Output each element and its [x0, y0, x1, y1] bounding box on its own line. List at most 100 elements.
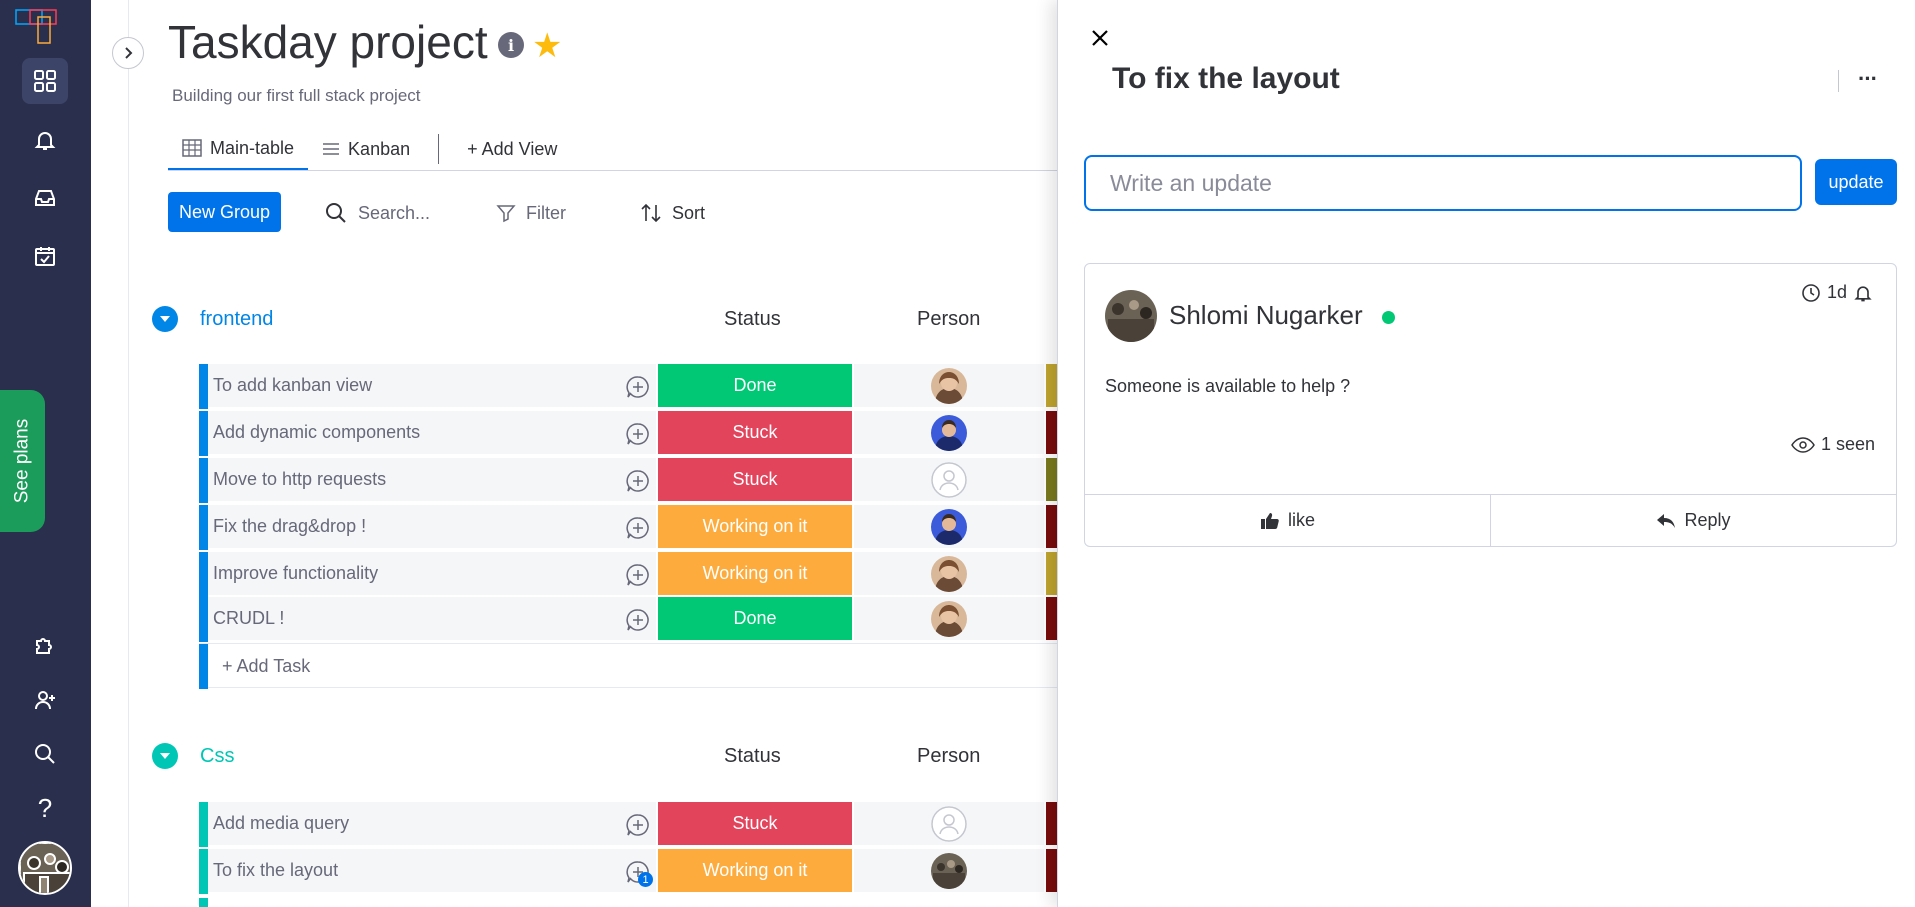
search-field[interactable]: Search... — [324, 198, 430, 228]
reply-button[interactable]: Reply — [1490, 495, 1896, 546]
avatar-woman-icon[interactable] — [931, 555, 967, 592]
board-title[interactable]: Taskday project — [168, 15, 488, 69]
nav-invite-button[interactable] — [22, 677, 68, 723]
update-button[interactable]: update — [1815, 159, 1897, 205]
status-cell[interactable]: Stuck — [658, 411, 852, 456]
avatar-crowd-icon[interactable] — [931, 852, 967, 889]
nav-my-work-button[interactable] — [22, 233, 68, 279]
task-cell[interactable]: Add dynamic components — [208, 411, 656, 456]
task-name[interactable]: Improve functionality — [213, 563, 378, 584]
new-group-button[interactable]: New Group — [168, 192, 281, 232]
task-cell[interactable]: Improve functionality — [208, 552, 656, 597]
seen-count[interactable]: 1 seen — [1791, 434, 1875, 455]
update-input[interactable] — [1084, 155, 1802, 211]
table-row[interactable]: Move to http requests Stuck — [199, 458, 1059, 503]
column-header-status[interactable]: Status — [724, 745, 781, 768]
author-avatar[interactable] — [1105, 290, 1157, 342]
group-title-frontend[interactable]: frontend — [200, 308, 273, 331]
expand-sidebar-button[interactable] — [112, 37, 144, 69]
tab-kanban[interactable]: Kanban — [308, 128, 424, 170]
nav-search-button[interactable] — [22, 731, 68, 777]
logo-icon[interactable] — [13, 7, 69, 47]
see-plans-button[interactable]: See plans — [0, 390, 45, 532]
column-header-person[interactable]: Person — [917, 308, 980, 331]
status-cell[interactable]: Stuck — [658, 802, 852, 847]
like-button[interactable]: like — [1085, 495, 1490, 546]
table-row[interactable]: Add dynamic components Stuck — [199, 411, 1059, 456]
status-cell[interactable]: Working on it — [658, 552, 852, 597]
column-header-status[interactable]: Status — [724, 308, 781, 331]
author-name[interactable]: Shlomi Nugarker — [1169, 300, 1363, 331]
tab-main-table[interactable]: Main-table — [168, 128, 309, 170]
task-name[interactable]: CRUDL ! — [213, 608, 284, 629]
task-cell[interactable]: To add kanban view — [208, 364, 656, 409]
user-avatar[interactable] — [18, 841, 72, 895]
bell-icon[interactable] — [1853, 283, 1873, 303]
group-collapse-toggle[interactable] — [152, 743, 178, 769]
add-update-icon[interactable] — [626, 422, 650, 446]
avatar-woman-icon[interactable] — [931, 600, 967, 637]
column-header-person[interactable]: Person — [917, 745, 980, 768]
add-update-icon[interactable] — [626, 469, 650, 493]
table-row[interactable]: To fix the layout 1 Working on it — [199, 849, 1059, 894]
add-task-row[interactable]: + Add Task — [199, 643, 1059, 689]
table-row[interactable]: To add kanban view Done — [199, 364, 1059, 409]
board-description[interactable]: Building our first full stack project — [172, 86, 421, 106]
add-update-icon[interactable] — [626, 375, 650, 399]
status-cell[interactable]: Done — [658, 364, 852, 409]
task-cell[interactable]: To fix the layout 1 — [208, 849, 656, 894]
task-name[interactable]: Add media query — [213, 813, 349, 834]
add-view-button[interactable]: + Add View — [453, 128, 571, 170]
person-cell[interactable] — [854, 411, 1044, 456]
panel-title[interactable]: To fix the layout — [1112, 62, 1340, 96]
table-row[interactable]: Improve functionality Working on it — [199, 552, 1059, 597]
add-update-icon[interactable]: 1 — [626, 860, 653, 887]
close-icon[interactable] — [1088, 26, 1112, 50]
group-collapse-toggle[interactable] — [152, 306, 178, 332]
filter-button[interactable]: Filter — [496, 198, 566, 228]
task-cell[interactable]: CRUDL ! — [208, 597, 656, 642]
task-name[interactable]: To add kanban view — [213, 375, 372, 396]
add-user-icon — [35, 691, 55, 710]
table-row[interactable]: Add media query Stuck — [199, 802, 1059, 847]
add-update-icon[interactable] — [626, 516, 650, 540]
info-icon[interactable]: i — [498, 32, 524, 58]
nav-help-button[interactable]: ? — [22, 785, 68, 831]
task-name[interactable]: Fix the drag&drop ! — [213, 516, 366, 537]
nav-inbox-button[interactable] — [22, 175, 68, 221]
add-update-icon[interactable] — [626, 563, 650, 587]
add-update-icon[interactable] — [626, 813, 650, 837]
avatar-empty-icon[interactable] — [931, 461, 967, 498]
more-options-icon[interactable]: ··· — [1858, 66, 1878, 92]
avatar-woman-icon[interactable] — [931, 367, 967, 404]
star-icon[interactable]: ★ — [532, 26, 562, 66]
status-cell[interactable]: Working on it — [658, 505, 852, 550]
group-title-css[interactable]: Css — [200, 745, 234, 768]
person-cell[interactable] — [854, 505, 1044, 550]
person-cell[interactable] — [854, 552, 1044, 597]
status-cell[interactable]: Working on it — [658, 849, 852, 894]
person-cell[interactable] — [854, 458, 1044, 503]
avatar-man-blue-icon[interactable] — [931, 414, 967, 451]
sort-button[interactable]: Sort — [640, 198, 705, 228]
table-row[interactable]: CRUDL ! Done — [199, 597, 1059, 642]
person-cell[interactable] — [854, 849, 1044, 894]
nav-workspace-button[interactable] — [22, 58, 68, 104]
task-name[interactable]: To fix the layout — [213, 860, 338, 881]
status-cell[interactable]: Done — [658, 597, 852, 642]
nav-notifications-button[interactable] — [22, 117, 68, 163]
person-cell[interactable] — [854, 364, 1044, 409]
task-name[interactable]: Move to http requests — [213, 469, 386, 490]
avatar-empty-icon[interactable] — [931, 805, 967, 842]
add-update-icon[interactable] — [626, 608, 650, 632]
avatar-man-blue-icon[interactable] — [931, 508, 967, 545]
status-cell[interactable]: Stuck — [658, 458, 852, 503]
task-cell[interactable]: Add media query — [208, 802, 656, 847]
person-cell[interactable] — [854, 802, 1044, 847]
task-name[interactable]: Add dynamic components — [213, 422, 420, 443]
task-cell[interactable]: Move to http requests — [208, 458, 656, 503]
task-cell[interactable]: Fix the drag&drop ! — [208, 505, 656, 550]
table-row[interactable]: Fix the drag&drop ! Working on it — [199, 505, 1059, 550]
nav-apps-button[interactable] — [22, 622, 68, 668]
person-cell[interactable] — [854, 597, 1044, 642]
